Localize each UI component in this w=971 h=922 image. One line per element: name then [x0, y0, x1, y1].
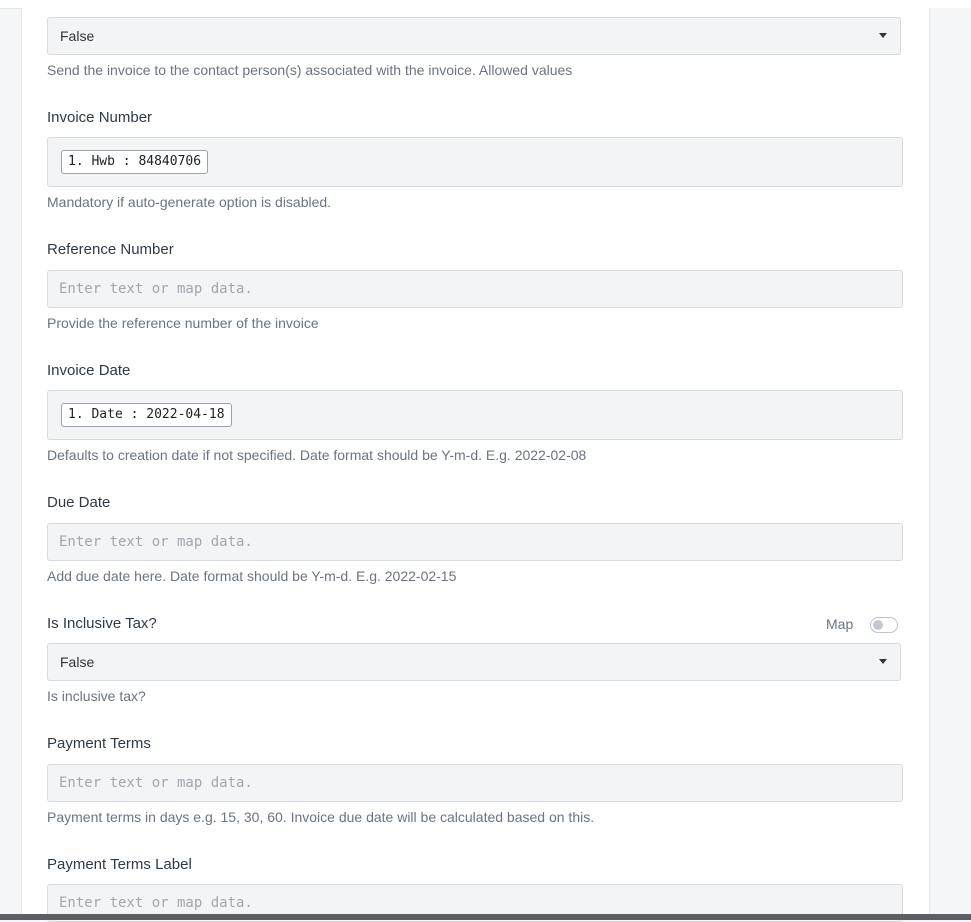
- invoice-number-field[interactable]: 1. Hwb : 84840706: [47, 137, 903, 187]
- due-date-placeholder: Enter text or map data.: [59, 534, 253, 550]
- invoice-date-mapped-chip[interactable]: 1. Date : 2022-04-18: [61, 403, 232, 427]
- payment-terms-label-label: Payment Terms Label: [47, 856, 192, 873]
- reference-number-placeholder: Enter text or map data.: [59, 281, 253, 297]
- right-gutter: [930, 8, 971, 920]
- invoice-number-label: Invoice Number: [47, 109, 153, 126]
- toggle-knob: [873, 620, 883, 630]
- send-to-contacts-value: False: [60, 28, 95, 44]
- due-date-label: Due Date: [47, 494, 111, 511]
- map-toggle[interactable]: [870, 617, 898, 633]
- send-to-contacts-help: Send the invoice to the contact person(s…: [47, 62, 573, 78]
- invoice-number-mapped-chip[interactable]: 1. Hwb : 84840706: [61, 150, 209, 174]
- reference-number-label: Reference Number: [47, 241, 174, 258]
- reference-number-field[interactable]: Enter text or map data.: [47, 270, 903, 308]
- payment-terms-label: Payment Terms: [47, 735, 151, 752]
- due-date-help: Add due date here. Date format should be…: [47, 568, 457, 584]
- inclusive-tax-label: Is Inclusive Tax?: [47, 615, 157, 632]
- payment-terms-help: Payment terms in days e.g. 15, 30, 60. I…: [47, 809, 595, 825]
- reference-number-help: Provide the reference number of the invo…: [47, 315, 319, 331]
- inclusive-tax-select[interactable]: False: [47, 643, 901, 681]
- invoice-date-label: Invoice Date: [47, 362, 131, 379]
- map-toggle-label: Map: [826, 616, 854, 632]
- caret-down-icon: [879, 33, 887, 38]
- invoice-date-help: Defaults to creation date if not specifi…: [47, 447, 587, 463]
- bottom-bar: [0, 914, 971, 920]
- caret-down-icon: [879, 659, 887, 664]
- payment-terms-field[interactable]: Enter text or map data.: [47, 764, 903, 802]
- send-to-contacts-select[interactable]: False: [47, 17, 901, 55]
- invoice-date-field[interactable]: 1. Date : 2022-04-18: [47, 390, 903, 440]
- payment-terms-placeholder: Enter text or map data.: [59, 775, 253, 791]
- payment-terms-label-placeholder: Enter text or map data.: [59, 895, 253, 911]
- inclusive-tax-help: Is inclusive tax?: [47, 688, 146, 704]
- invoice-number-help: Mandatory if auto-generate option is dis…: [47, 194, 332, 210]
- due-date-field[interactable]: Enter text or map data.: [47, 523, 903, 561]
- inclusive-tax-value: False: [60, 654, 95, 670]
